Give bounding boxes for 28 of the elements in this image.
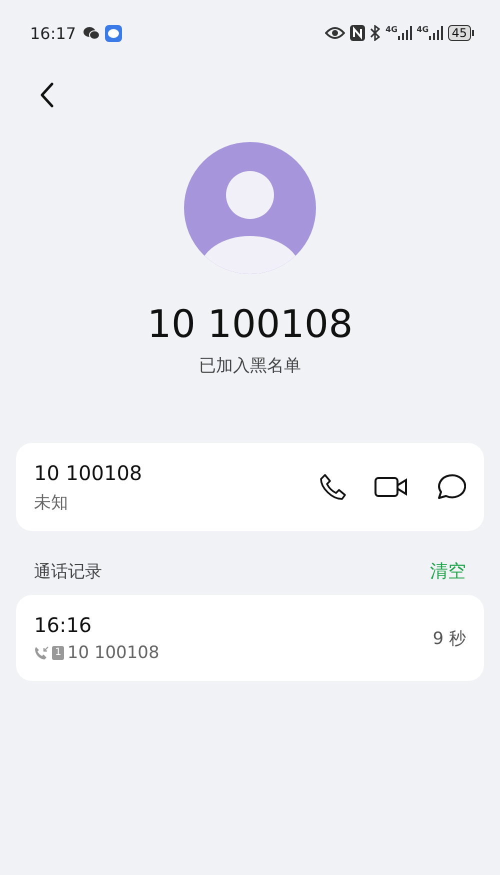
call-duration: 9 秒 [432,628,466,650]
network-type-label: 4G [385,26,398,34]
video-camera-icon [374,475,408,499]
network-type-label: 4G [416,26,429,34]
status-time: 16:17 [30,24,76,42]
eye-icon [325,26,346,40]
signal-icon [398,26,412,40]
avatar-icon [184,142,316,274]
chat-bubbles-icon [83,26,100,40]
incoming-call-icon [34,646,49,660]
bluetooth-icon [370,25,380,41]
call-number: 10 100108 [67,643,160,663]
sim-badge: 1 [52,646,64,660]
call-log-entry[interactable]: 16:16 1 10 100108 9 秒 [16,595,484,681]
contact-name: 10 100108 [147,302,353,346]
blacklist-status: 已加入黑名单 [199,355,301,377]
message-app-icon [105,24,122,42]
call-button[interactable] [318,472,348,502]
signal-icon [428,26,443,40]
nfc-icon [350,25,366,41]
back-icon [40,82,54,108]
section-title: 通话记录 [34,560,102,582]
phone-number: 10 100108 [34,460,142,484]
number-location: 未知 [34,492,69,514]
phone-icon [318,472,348,502]
video-call-button[interactable] [374,475,408,499]
call-time: 16:16 [34,613,93,637]
battery-level: 45 [448,25,471,41]
